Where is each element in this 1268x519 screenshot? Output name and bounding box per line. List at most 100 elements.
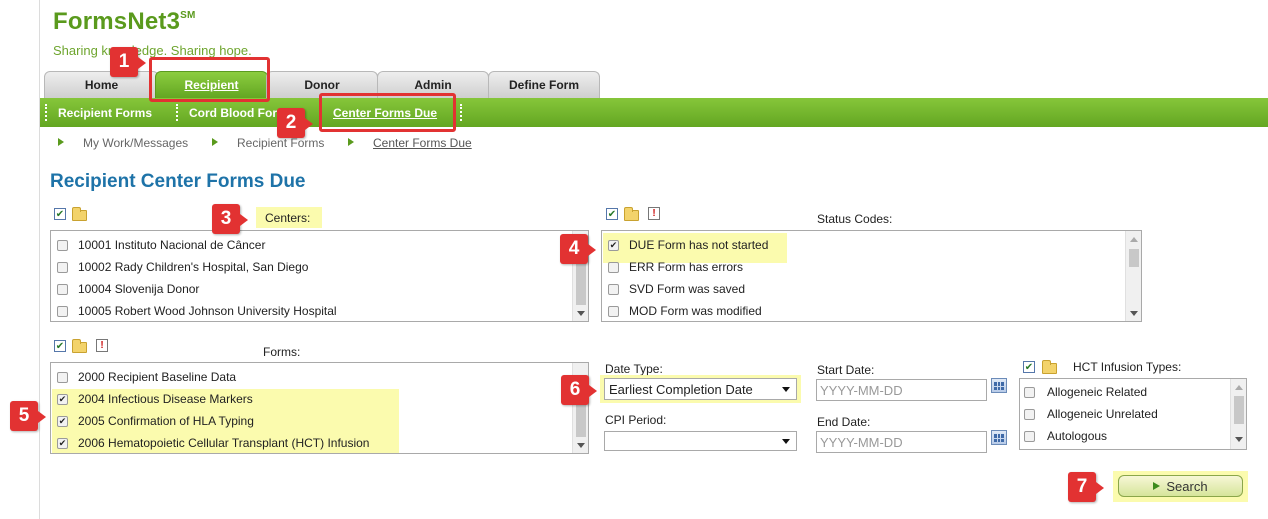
centers-select-all-checkbox[interactable]: [54, 208, 66, 220]
callout-badge-7: 7: [1068, 472, 1104, 502]
center-item[interactable]: 10005 Robert Wood Johnson University Hos…: [57, 304, 337, 318]
form-checkbox[interactable]: [57, 371, 68, 383]
scroll-down-icon[interactable]: [577, 311, 585, 316]
centers-folder-icon[interactable]: [72, 207, 87, 221]
hct-folder-icon[interactable]: [1042, 360, 1057, 374]
scroll-down-icon[interactable]: [1130, 311, 1138, 316]
status-codes-listbox[interactable]: DUE Form has not started ERR Form has er…: [601, 230, 1142, 322]
hct-item[interactable]: Allogeneic Unrelated: [1024, 407, 1158, 421]
hct-item-label: Autologous: [1047, 429, 1108, 443]
center-item[interactable]: 10001 Instituto Nacional de Câncer: [57, 238, 265, 252]
scroll-down-icon[interactable]: [577, 443, 585, 448]
start-date-input[interactable]: YYYY-MM-DD: [816, 379, 987, 401]
breadcrumb-my-work[interactable]: My Work/Messages: [83, 136, 188, 150]
subnav-separator: [45, 104, 47, 121]
callout-badge-6: 6: [561, 375, 597, 405]
calendar-icon[interactable]: [991, 378, 1007, 393]
form-checkbox[interactable]: [57, 415, 68, 427]
status-item-label: DUE Form has not started: [629, 238, 769, 252]
cpi-period-label: CPI Period:: [605, 413, 667, 427]
center-checkbox[interactable]: [57, 283, 68, 295]
forms-select-all-checkbox[interactable]: [54, 340, 66, 352]
form-item-label: 2006 Hematopoietic Cellular Transplant (…: [78, 436, 370, 450]
breadcrumb-arrow-icon: [58, 138, 64, 146]
subnav-recipient-forms[interactable]: Recipient Forms: [58, 98, 152, 127]
forms-required-icon[interactable]: !: [96, 339, 108, 352]
subnav-cord-blood-forms[interactable]: Cord Blood Forms: [189, 98, 287, 127]
form-item[interactable]: 2004 Infectious Disease Markers: [57, 392, 253, 406]
hct-scroll-thumb[interactable]: [1234, 396, 1244, 424]
form-checkbox[interactable]: [57, 437, 68, 449]
form-item[interactable]: 2006 Hematopoietic Cellular Transplant (…: [57, 436, 369, 450]
status-checkbox[interactable]: [608, 261, 619, 273]
centers-listbox[interactable]: 10001 Instituto Nacional de Câncer 10002…: [50, 230, 589, 322]
chevron-down-icon: [782, 387, 790, 392]
center-item-label: 10001 Instituto Nacional de Câncer: [78, 238, 266, 252]
start-date-placeholder: YYYY-MM-DD: [820, 382, 903, 398]
center-checkbox[interactable]: [57, 261, 68, 273]
callout-badge-5: 5: [10, 401, 46, 431]
status-checkbox[interactable]: [608, 305, 619, 317]
scroll-up-icon[interactable]: [1235, 385, 1243, 390]
status-item[interactable]: SVD Form was saved: [608, 282, 745, 296]
cpi-period-select[interactable]: [604, 431, 797, 451]
center-item[interactable]: 10002 Rady Children's Hospital, San Dieg…: [57, 260, 308, 274]
center-item[interactable]: 10004 Slovenija Donor: [57, 282, 199, 296]
status-item[interactable]: MOD Form was modified: [608, 304, 762, 318]
center-checkbox[interactable]: [57, 305, 68, 317]
hct-item[interactable]: Allogeneic Related: [1024, 385, 1147, 399]
status-folder-icon[interactable]: [624, 207, 639, 221]
hct-checkbox[interactable]: [1024, 430, 1035, 442]
callout-badge-4: 4: [560, 234, 596, 264]
scroll-up-icon[interactable]: [1130, 237, 1138, 242]
date-type-label: Date Type:: [605, 362, 663, 376]
hct-item-label: Allogeneic Related: [1047, 385, 1148, 399]
status-required-icon[interactable]: !: [648, 207, 660, 220]
status-scroll-thumb[interactable]: [1129, 249, 1139, 267]
center-checkbox[interactable]: [57, 239, 68, 251]
app-logo-title: FormsNet3SM: [53, 8, 196, 35]
status-scrollbar[interactable]: [1125, 231, 1141, 321]
form-item[interactable]: 2005 Confirmation of HLA Typing: [57, 414, 254, 428]
status-item[interactable]: DUE Form has not started: [608, 238, 768, 252]
subnav-separator: [176, 104, 178, 121]
breadcrumb-center-forms-due[interactable]: Center Forms Due: [373, 136, 472, 150]
date-type-value: Earliest Completion Date: [609, 381, 753, 397]
status-checkbox[interactable]: [608, 283, 619, 295]
forms-folder-icon[interactable]: [72, 339, 87, 353]
status-select-all-checkbox[interactable]: [606, 208, 618, 220]
hct-infusion-label: HCT Infusion Types:: [1073, 360, 1182, 374]
hct-checkbox[interactable]: [1024, 408, 1035, 420]
center-item-label: 10002 Rady Children's Hospital, San Dieg…: [78, 260, 309, 274]
end-date-placeholder: YYYY-MM-DD: [820, 434, 903, 450]
hct-item[interactable]: Autologous: [1024, 429, 1107, 443]
form-item-label: 2005 Confirmation of HLA Typing: [78, 414, 254, 428]
hct-select-all-checkbox[interactable]: [1023, 361, 1035, 373]
scroll-down-icon[interactable]: [1235, 437, 1243, 442]
forms-listbox[interactable]: 2000 Recipient Baseline Data 2004 Infect…: [50, 362, 589, 454]
status-item[interactable]: ERR Form has errors: [608, 260, 743, 274]
page-title: Recipient Center Forms Due: [50, 171, 306, 192]
hct-item-label: Allogeneic Unrelated: [1047, 407, 1158, 421]
hct-scrollbar[interactable]: [1230, 379, 1246, 449]
breadcrumb-recipient-forms[interactable]: Recipient Forms: [237, 136, 324, 150]
hct-checkbox[interactable]: [1024, 386, 1035, 398]
start-date-label: Start Date:: [817, 363, 875, 377]
tab-home[interactable]: Home: [44, 71, 159, 98]
form-checkbox[interactable]: [57, 393, 68, 405]
form-item-label: 2000 Recipient Baseline Data: [78, 370, 237, 384]
left-gutter: [0, 0, 40, 519]
centers-label: Centers:: [265, 211, 311, 225]
end-date-input[interactable]: YYYY-MM-DD: [816, 431, 987, 453]
status-checkbox[interactable]: [608, 239, 619, 251]
hct-listbox[interactable]: Allogeneic Related Allogeneic Unrelated …: [1019, 378, 1247, 450]
search-button[interactable]: Search: [1118, 475, 1243, 497]
date-type-select[interactable]: Earliest Completion Date: [604, 378, 797, 400]
callout-badge-1: 1: [110, 47, 146, 77]
play-icon: [1153, 482, 1161, 490]
calendar-icon[interactable]: [991, 430, 1007, 445]
end-date-label: End Date:: [817, 415, 871, 429]
form-item[interactable]: 2000 Recipient Baseline Data: [57, 370, 236, 384]
breadcrumb-arrow-icon: [348, 138, 354, 146]
tab-define-form[interactable]: Define Form: [488, 71, 600, 98]
